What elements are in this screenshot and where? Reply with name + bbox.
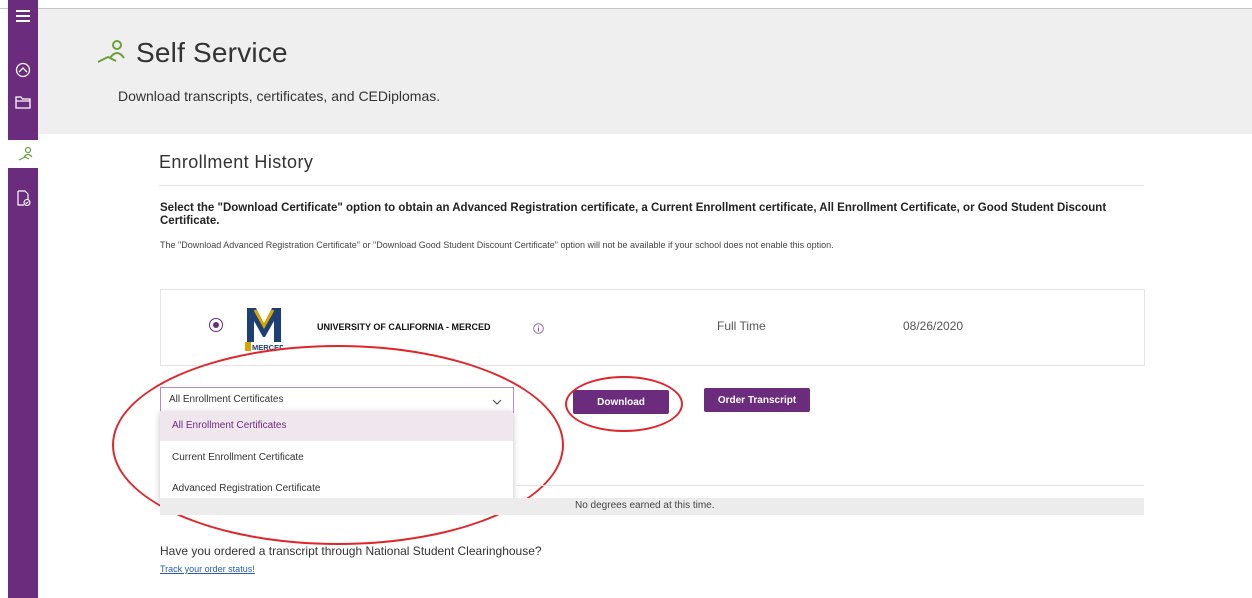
info-icon[interactable]: [533, 321, 544, 334]
track-order-link[interactable]: Track your order status!: [160, 564, 255, 574]
dashboard-icon[interactable]: [8, 56, 38, 84]
school-logo: MERCED: [245, 304, 285, 352]
certificate-select-value: All Enrollment Certificates: [169, 394, 284, 405]
enrollment-radio[interactable]: [209, 318, 223, 332]
title-row: Self Service: [96, 37, 288, 69]
section-title: Enrollment History: [159, 152, 314, 172]
enrollment-date: 08/26/2020: [903, 319, 964, 333]
sidebar: [8, 0, 44, 598]
chevron-down-icon: [491, 395, 503, 407]
page-header: Self Service Download transcripts, certi…: [38, 9, 1252, 134]
instruction-text: Select the "Download Certificate" option…: [160, 202, 1107, 227]
self-service-icon[interactable]: [8, 140, 44, 168]
degrees-empty-text: No degrees earned at this time.: [575, 500, 715, 511]
certificate-option[interactable]: All Enrollment Certificates: [160, 411, 513, 441]
enrollment-card: MERCED UNIVERSITY OF CALIFORNIA - MERCED…: [160, 289, 1145, 366]
svg-text:MERCED: MERCED: [252, 343, 283, 352]
menu-icon[interactable]: [8, 2, 38, 30]
enrollment-status: Full Time: [717, 319, 766, 333]
page-title: Self Service: [136, 37, 288, 68]
instruction-note: The "Download Advanced Registration Cert…: [160, 240, 834, 250]
divider: [516, 485, 1144, 486]
top-border: [0, 0, 1252, 9]
download-button[interactable]: Download: [573, 390, 669, 414]
order-transcript-button[interactable]: Order Transcript: [704, 388, 810, 412]
divider: [159, 185, 1144, 186]
certificate-dropdown: All Enrollment Certificates Current Enro…: [160, 411, 513, 503]
certificate-select[interactable]: All Enrollment Certificates: [160, 387, 514, 413]
certificate-option[interactable]: Current Enrollment Certificate: [160, 443, 513, 473]
degrees-empty-row: No degrees earned at this time.: [160, 498, 1144, 515]
self-service-icon: [96, 38, 128, 69]
clearinghouse-question: Have you ordered a transcript through Na…: [160, 544, 542, 558]
folder-icon[interactable]: [8, 88, 38, 116]
document-check-icon[interactable]: [8, 184, 38, 212]
page-subtitle: Download transcripts, certificates, and …: [118, 88, 441, 104]
school-name: UNIVERSITY OF CALIFORNIA - MERCED: [317, 322, 491, 332]
